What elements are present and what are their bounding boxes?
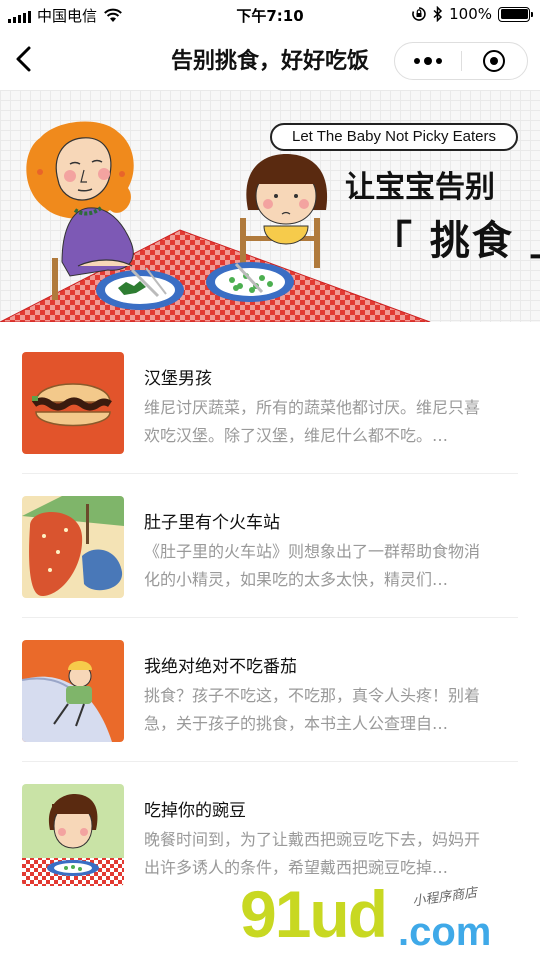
- battery-fill: [500, 9, 528, 19]
- book-cover: [22, 784, 124, 886]
- plate-right: [206, 262, 294, 302]
- list-item[interactable]: 肚子里有个火车站 《肚子里的火车站》则想象出了一群帮助食物消化的小精灵，如果吃的…: [0, 474, 540, 618]
- book-description: 《肚子里的火车站》则想象出了一群帮助食物消化的小精灵，如果吃的太多太快，精灵们…: [144, 542, 481, 589]
- mother-figure: [26, 121, 134, 277]
- watermark-tagline: 小程序商店: [411, 885, 479, 910]
- peas-cover-image: [22, 784, 124, 886]
- orientation-lock-icon: [412, 7, 426, 21]
- banner-headline-line2: 「 挑食 」: [372, 218, 540, 264]
- list-item[interactable]: 我绝对绝对不吃番茄 挑食？孩子不吃这，不吃那，真令人头疼！别着急，关于孩子的挑食…: [0, 618, 540, 762]
- site-watermark: 91ud 小程序商店 .com: [240, 877, 540, 960]
- tomato-cover-image: [22, 640, 124, 742]
- hamburger-cover-image: [22, 352, 124, 454]
- english-tag: Let The Baby Not Picky Eaters: [270, 123, 518, 151]
- more-dot-icon: [435, 58, 442, 64]
- book-cover: [22, 640, 124, 742]
- book-title: 汉堡男孩: [144, 369, 212, 389]
- book-cover: [22, 352, 124, 454]
- list-item[interactable]: 汉堡男孩 维尼讨厌蔬菜，所有的蔬菜他都讨厌。维尼只喜欢吃汉堡。除了汉堡，维尼什么…: [0, 330, 540, 474]
- train-station-cover-image: [22, 496, 124, 598]
- more-button[interactable]: [395, 43, 461, 79]
- watermark-brand: 91ud: [240, 877, 388, 951]
- more-dot-icon: [423, 57, 432, 65]
- navigation-bar: 告别挑食，好好吃饭: [0, 30, 540, 88]
- book-title: 肚子里有个火车站: [144, 513, 280, 533]
- book-list: 汉堡男孩 维尼讨厌蔬菜，所有的蔬菜他都讨厌。维尼只喜欢吃汉堡。除了汉堡，维尼什么…: [0, 330, 540, 906]
- target-icon: [483, 50, 506, 72]
- topic-banner[interactable]: Let The Baby Not Picky Eaters 让宝宝告别 「 挑食…: [0, 90, 540, 322]
- book-title: 吃掉你的豌豆: [144, 801, 246, 821]
- watermark-suffix: .com: [398, 910, 492, 954]
- banner-headline-line1: 让宝宝告别: [345, 170, 495, 205]
- girl-figure: [240, 154, 328, 268]
- battery-icon: [498, 6, 533, 22]
- status-bar: 中国电信 下午7:10 100%: [0, 0, 540, 30]
- more-dot-icon: [413, 58, 420, 64]
- miniprogram-capsule: [394, 42, 528, 80]
- book-description: 挑食？孩子不吃这，不吃那，真令人头疼！别着急，关于孩子的挑食，本书主人公查理自…: [144, 686, 481, 733]
- bluetooth-icon: [433, 6, 443, 22]
- book-description: 晚餐时间到，为了让戴西把豌豆吃下去，妈妈开出许多诱人的条件，希望戴西把豌豆吃掉…: [144, 830, 481, 877]
- book-description: 维尼讨厌蔬菜，所有的蔬菜他都讨厌。维尼只喜欢吃汉堡。除了汉堡，维尼什么都不吃。…: [144, 398, 481, 445]
- battery-percent: 100%: [449, 5, 492, 23]
- book-cover: [22, 496, 124, 598]
- book-title: 我绝对绝对不吃番茄: [144, 657, 297, 677]
- close-miniprogram-button[interactable]: [462, 43, 528, 79]
